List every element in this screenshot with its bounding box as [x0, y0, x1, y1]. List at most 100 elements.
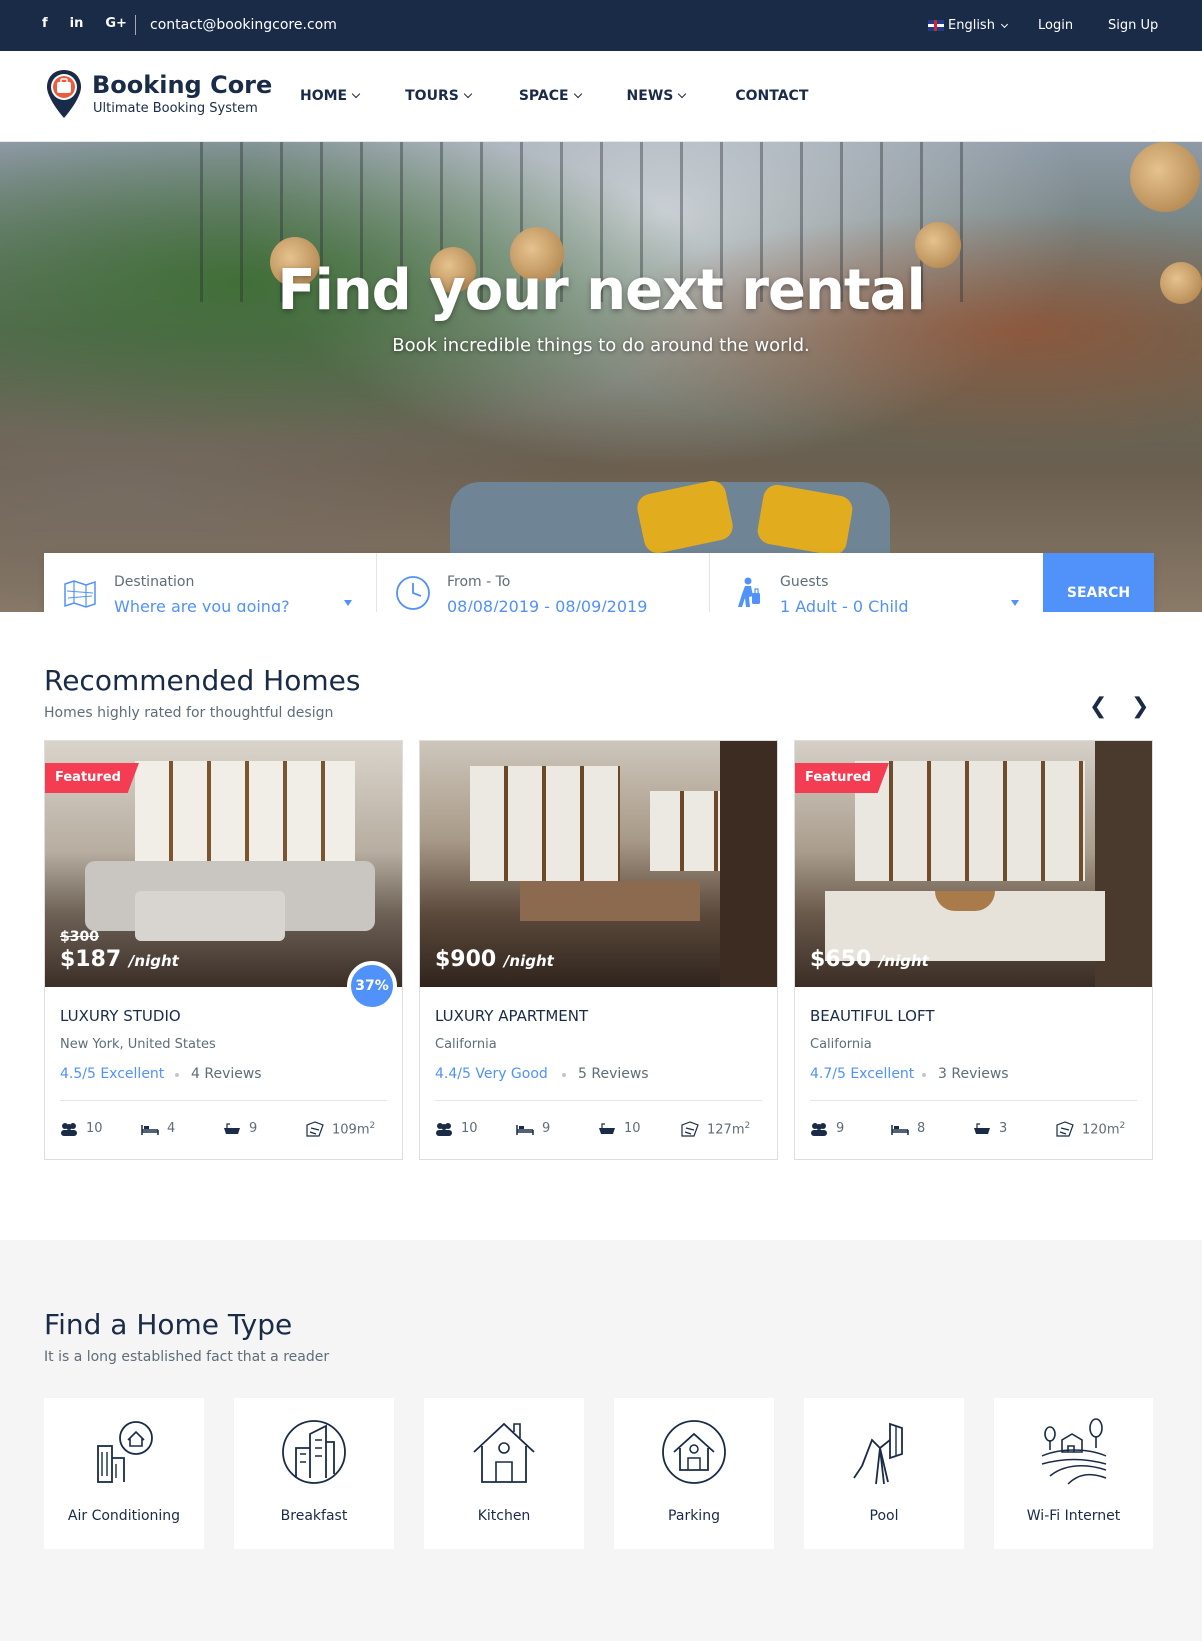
baths-count: 9 [249, 1121, 258, 1136]
beds-count: 4 [167, 1121, 176, 1136]
window-image [855, 761, 1085, 881]
uk-flag-icon [928, 20, 944, 31]
nav-space-label: SPACE [518, 88, 569, 104]
guests-icon [436, 1122, 452, 1136]
home-type-card[interactable]: Kitchen [424, 1398, 584, 1549]
dates-input[interactable]: 08/08/2019 - 08/09/2019 [447, 597, 647, 612]
nav-space[interactable]: SPACE [518, 88, 582, 104]
signup-link[interactable]: Sign Up [1108, 18, 1158, 33]
home-rating: 4.4/5 Very Good [435, 1066, 548, 1082]
chevron-down-icon [678, 89, 687, 99]
carousel-next-button[interactable]: ❯ [1131, 694, 1149, 719]
language-selector[interactable]: English [928, 18, 1008, 33]
login-link[interactable]: Login [1038, 18, 1073, 33]
divider [60, 1100, 387, 1101]
home-card[interactable]: $900 /night LUXURY APARTMENT California … [419, 740, 778, 1160]
carousel-prev-button[interactable]: ❮ [1089, 694, 1107, 719]
home-name[interactable]: LUXURY STUDIO [60, 1007, 181, 1025]
divider [810, 1100, 1137, 1101]
amenity-guests: 10 [435, 1121, 478, 1136]
hanging-lamp [1130, 142, 1200, 212]
facebook-icon[interactable]: f [42, 16, 48, 31]
amenity-guests: 9 [810, 1121, 844, 1136]
search-button[interactable]: SEARCH [1043, 553, 1154, 612]
map-icon [64, 580, 96, 608]
home-name[interactable]: BEAUTIFUL LOFT [810, 1007, 934, 1025]
home-type-card[interactable]: Air Conditioning [44, 1398, 204, 1549]
contact-email-link[interactable]: contact@bookingcore.com [150, 17, 337, 33]
home-reviews: 4 Reviews [191, 1066, 262, 1082]
amenity-baths: 10 [598, 1121, 641, 1136]
dates-field[interactable]: From - To 08/08/2019 - 08/09/2019 [377, 553, 710, 612]
beds-count: 9 [542, 1121, 551, 1136]
lamp-icon [853, 1422, 903, 1485]
divider [435, 1100, 762, 1101]
area-number: 120m [1082, 1122, 1120, 1138]
home-reviews: 5 Reviews [578, 1066, 649, 1082]
home-type-label: Breakfast [280, 1508, 348, 1524]
nav-tours[interactable]: TOURS [405, 88, 473, 104]
home-type-subtitle: It is a long established fact that a rea… [44, 1349, 330, 1365]
logo-pin-icon[interactable] [45, 69, 83, 119]
chevron-down-icon [1000, 20, 1008, 28]
nav-home[interactable]: HOME [300, 88, 361, 104]
price-value: $187 [60, 947, 122, 972]
guests-input[interactable]: 1 Adult - 0 Child [780, 597, 909, 612]
city-home-icon [97, 1421, 153, 1483]
guests-count: 9 [836, 1121, 845, 1136]
price-unit: /night [878, 952, 929, 970]
nav-home-label: HOME [300, 88, 348, 104]
area-value: 109m2 [332, 1121, 375, 1137]
area-value: 120m2 [1082, 1121, 1125, 1137]
home-location: California [810, 1037, 872, 1052]
nav-news[interactable]: NEWS [627, 88, 687, 104]
ottoman-image [135, 891, 285, 941]
home-type-card[interactable]: Breakfast [234, 1398, 394, 1549]
guests-field[interactable]: Guests 1 Adult - 0 Child [710, 553, 1043, 612]
language-label: English [948, 18, 995, 33]
farm-icon [1041, 1418, 1107, 1485]
dates-label: From - To [447, 574, 511, 590]
chevron-down-icon [573, 89, 582, 99]
logo-title[interactable]: Booking Core [92, 71, 272, 99]
amenity-area: 109m2 [306, 1121, 375, 1137]
curtain-image [720, 741, 777, 987]
price-value: $650 [810, 947, 872, 972]
home-card[interactable]: Featured $650 /night BEAUTIFUL LOFT Cali… [794, 740, 1153, 1160]
amenity-beds: 9 [516, 1121, 550, 1136]
amenity-beds: 8 [891, 1121, 925, 1136]
bed-icon [141, 1124, 159, 1135]
destination-input[interactable]: Where are you going? [114, 597, 290, 612]
home-reviews: 3 Reviews [938, 1066, 1009, 1082]
window-image [135, 761, 355, 871]
nav-contact[interactable]: CONTACT [735, 88, 808, 104]
home-name[interactable]: LUXURY APARTMENT [435, 1007, 588, 1025]
chevron-down-icon [351, 89, 361, 99]
linkedin-icon[interactable]: in [70, 16, 84, 31]
house-icon [473, 1422, 535, 1483]
home-type-label: Wi-Fi Internet [1026, 1508, 1121, 1524]
dining-table-image [520, 881, 700, 921]
home-type-card[interactable]: Pool [804, 1398, 964, 1549]
site-header: Booking Core Ultimate Booking System HOM… [0, 51, 1202, 142]
home-type-card[interactable]: Parking [614, 1398, 774, 1549]
divider [135, 15, 136, 35]
price: $650 /night [810, 947, 929, 972]
area-number: 127m [707, 1122, 745, 1138]
destination-field[interactable]: Destination Where are you going? [44, 553, 377, 612]
discount-badge: 37% [347, 961, 397, 1011]
recommended-subtitle: Homes highly rated for thoughtful design [44, 705, 334, 721]
area-number: 109m [332, 1122, 370, 1138]
guests-count: 10 [86, 1121, 103, 1136]
destination-label: Destination [114, 574, 195, 590]
price: $900 /night [435, 947, 554, 972]
home-card[interactable]: Featured $300 $187 /night 37% LUXURY STU… [44, 740, 403, 1160]
amenity-guests: 10 [60, 1121, 103, 1136]
logo-subtitle: Ultimate Booking System [93, 101, 258, 116]
home-type-card[interactable]: Wi-Fi Internet [994, 1398, 1153, 1549]
nav-tours-label: TOURS [405, 88, 459, 104]
google-plus-icon[interactable]: G+ [105, 16, 127, 31]
home-type-label: Air Conditioning [67, 1508, 181, 1524]
separator-dot [922, 1073, 926, 1077]
house-circle-icon [662, 1420, 726, 1484]
